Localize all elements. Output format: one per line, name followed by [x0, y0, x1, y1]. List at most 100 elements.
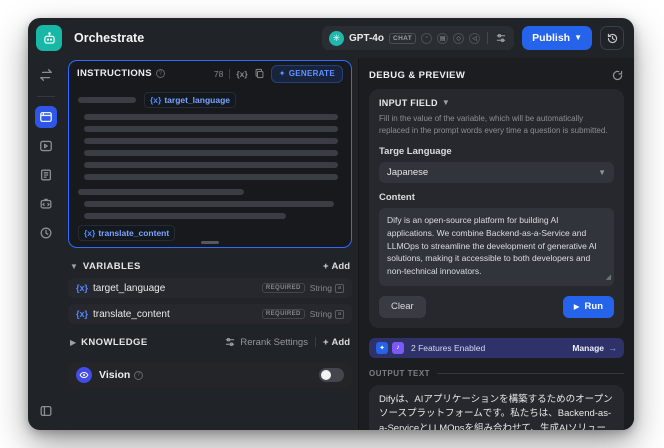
model-selector[interactable]: ✳ GPT-4o CHAT ◦ ▤ ◇ ◁: [321, 26, 515, 50]
target-language-select[interactable]: Japanese ▼: [379, 162, 614, 183]
divider: [487, 32, 489, 44]
redacted-text-bar: [84, 138, 338, 144]
refresh-icon[interactable]: [611, 69, 624, 82]
variables-section-header: ▼ VARIABLES + Add: [68, 254, 352, 278]
redacted-text-bar: [84, 114, 338, 120]
variable-type: String a: [310, 309, 344, 319]
nav-rail: [28, 58, 64, 430]
clear-button[interactable]: Clear: [379, 295, 426, 318]
debug-preview-panel: DEBUG & PREVIEW INPUT FIELD ▼ Fill in th…: [358, 58, 634, 430]
help-icon[interactable]: ?: [134, 370, 144, 380]
output-text-title: OUTPUT TEXT: [369, 368, 431, 378]
sliders-icon: [226, 337, 235, 347]
resize-handle[interactable]: [201, 241, 219, 244]
model-feature-icon-2: ▤: [437, 32, 449, 44]
variable-name: translate_content: [93, 308, 170, 320]
instructions-title: INSTRUCTIONS: [77, 68, 152, 79]
history-icon: [607, 33, 617, 43]
string-type-icon: a: [335, 283, 344, 293]
more-like-this-feature-icon: ✦: [376, 341, 388, 354]
variable-name: target_language: [93, 282, 166, 294]
copy-icon[interactable]: [254, 68, 265, 79]
app-window: Orchestrate ✳ GPT-4o CHAT ◦ ▤ ◇ ◁ Publis…: [28, 18, 634, 430]
debug-preview-title: DEBUG & PREVIEW: [369, 69, 466, 81]
redacted-text-bar: [78, 189, 244, 195]
nav-logs[interactable]: [35, 164, 57, 186]
variable-row-target-language[interactable]: {x} target_language REQUIRED String a: [68, 278, 352, 298]
input-field-description: Fill in the value of the variable, which…: [379, 114, 608, 135]
model-name: GPT-4o: [348, 32, 384, 44]
selected-language: Japanese: [387, 167, 429, 178]
features-enabled-bar[interactable]: ✦ ♪ 2 Features Enabled Manage →: [369, 337, 624, 358]
divider: [437, 372, 624, 374]
redacted-text-bar: [84, 213, 286, 219]
add-knowledge-button[interactable]: + Add: [323, 337, 350, 348]
publish-button[interactable]: Publish ▼: [522, 26, 592, 50]
string-type-icon: a: [335, 309, 344, 319]
variable-type: String a: [310, 283, 344, 293]
content-textarea[interactable]: Dify is an open-source platform for buil…: [379, 208, 614, 286]
plus-icon: +: [322, 336, 329, 348]
run-button[interactable]: ▶ Run: [562, 295, 614, 318]
plus-icon: +: [322, 260, 329, 272]
redacted-text-bar: [84, 174, 338, 180]
features-count-label: 2 Features Enabled: [411, 342, 486, 353]
variable-chip-target-language[interactable]: {x} target_language: [144, 92, 236, 108]
divider: [229, 68, 231, 79]
output-text: Difyは、AIアプリケーションを構築するためのオープンソースプラットフォームで…: [379, 393, 613, 430]
add-variable-button[interactable]: + Add: [323, 261, 350, 272]
chevron-down-icon: ▼: [574, 33, 582, 42]
manage-features-link[interactable]: Manage →: [572, 343, 617, 353]
input-field-card: INPUT FIELD ▼ Fill in the value of the v…: [369, 89, 624, 328]
output-card: Difyは、AIアプリケーションを構築するためのオープンソースプラットフォームで…: [369, 384, 624, 430]
model-feature-icon-1: ◦: [421, 32, 433, 44]
chat-mode-badge: CHAT: [388, 32, 417, 44]
model-feature-icon-3: ◇: [453, 32, 465, 44]
vision-toggle[interactable]: [319, 368, 344, 382]
play-icon: ▶: [573, 302, 580, 312]
collapse-panel-button[interactable]: [35, 400, 57, 422]
variable-chip-translate-content[interactable]: {x} translate_content: [78, 225, 176, 241]
generate-button[interactable]: ✦ GENERATE: [270, 64, 343, 83]
rerank-settings-button[interactable]: Rerank Settings: [224, 336, 308, 348]
redacted-text-bar: [84, 201, 334, 207]
input-field-header[interactable]: INPUT FIELD ▼: [379, 98, 614, 108]
vision-label: Vision: [99, 369, 131, 381]
variable-row-translate-content[interactable]: {x} translate_content REQUIRED String a: [68, 304, 352, 324]
content-label: Content: [379, 192, 415, 203]
chevron-down-icon: ▼: [441, 98, 451, 107]
openai-icon: ✳: [328, 30, 344, 46]
char-count: 78: [213, 68, 224, 79]
page-title: Orchestrate: [74, 31, 145, 45]
model-params-icon[interactable]: [495, 32, 507, 44]
variable-icon: {x}: [84, 228, 96, 238]
instructions-editor[interactable]: INSTRUCTIONS ? 78 {x} ✦ GENERATE {x} targ…: [68, 60, 352, 248]
model-feature-icon-4: ◁: [469, 32, 481, 44]
instructions-body[interactable]: {x} target_language {x} translate_content: [69, 86, 351, 241]
generate-label: GENERATE: [288, 69, 335, 78]
resize-corner-icon[interactable]: ◢: [606, 273, 611, 284]
redacted-text-bar: [84, 126, 338, 132]
variable-icon: {x}: [76, 309, 89, 319]
nav-history[interactable]: [35, 222, 57, 244]
variable-icon: {x}: [150, 95, 162, 105]
target-language-label: Targe Language: [379, 146, 452, 157]
nav-orchestrate[interactable]: [35, 106, 57, 128]
nav-preview[interactable]: [35, 135, 57, 157]
title-bar: Orchestrate ✳ GPT-4o CHAT ◦ ▤ ◇ ◁ Publis…: [28, 18, 634, 58]
insert-variable-button[interactable]: {x}: [236, 69, 247, 79]
chevron-right-icon[interactable]: ▶: [70, 338, 76, 347]
knowledge-section-header: ▶ KNOWLEDGE Rerank Settings + Add: [68, 330, 352, 354]
app-logo-icon: [36, 25, 62, 51]
text-to-speech-feature-icon: ♪: [392, 341, 404, 354]
help-icon[interactable]: ?: [155, 69, 165, 78]
version-history-button[interactable]: [600, 26, 624, 50]
sparkle-icon: ✦: [278, 69, 286, 78]
redacted-text-bar: [78, 97, 136, 103]
nav-api[interactable]: [35, 193, 57, 215]
switch-app-button[interactable]: [35, 64, 57, 86]
knowledge-title: KNOWLEDGE: [81, 336, 148, 348]
divider: [37, 96, 55, 97]
chevron-down-icon: ▼: [598, 167, 606, 177]
chevron-down-icon[interactable]: ▼: [70, 262, 78, 271]
